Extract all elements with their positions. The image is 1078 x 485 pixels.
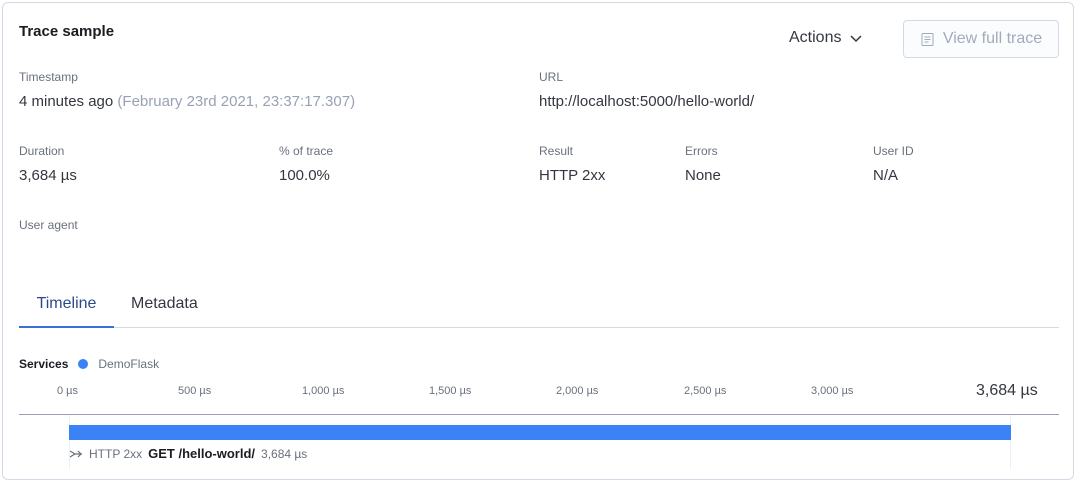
timestamp-label: Timestamp [19, 70, 78, 84]
errors-value: None [685, 167, 721, 184]
timeline-tick: 2,000 µs [556, 385, 599, 397]
chevron-down-icon [850, 35, 862, 43]
merge-arrow-icon [69, 449, 82, 458]
timeline-end-label: 3,684 µs [976, 382, 1038, 399]
tab-metadata[interactable]: Metadata [131, 285, 211, 326]
panel-title: Trace sample [19, 23, 115, 40]
span-duration: 3,684 µs [261, 446, 308, 461]
actions-dropdown[interactable]: Actions [789, 29, 863, 47]
result-label: Result [539, 144, 574, 158]
tab-timeline[interactable]: Timeline [19, 285, 114, 328]
span-name: GET /hello-world/ [148, 446, 256, 461]
timeline-tick: 0 µs [57, 385, 79, 397]
view-full-trace-button[interactable]: View full trace [903, 20, 1059, 58]
span-label[interactable]: HTTP 2xx GET /hello-world/ 3,684 µs [69, 446, 307, 461]
document-icon [921, 32, 934, 46]
trace-sample-panel: Trace sample Actions View full trace Tim… [2, 2, 1074, 480]
span-result: HTTP 2xx [89, 446, 143, 461]
timestamp-absolute: (February 23rd 2021, 23:37:17.307) [117, 93, 356, 110]
timeline-gridline [1010, 415, 1011, 469]
percent-of-trace-value: 100.0% [279, 167, 330, 184]
tab-bar: Timeline Metadata [19, 285, 1059, 328]
service-name: DemoFlask [98, 357, 160, 371]
tab-metadata-label: Metadata [131, 295, 198, 312]
timeline-tick: 1,500 µs [429, 385, 472, 397]
span-bar[interactable] [69, 425, 1011, 440]
actions-label: Actions [789, 29, 842, 46]
url-value: http://localhost:5000/hello-world/ [539, 93, 755, 110]
user-id-label: User ID [873, 144, 914, 158]
errors-label: Errors [685, 144, 718, 158]
timeline-tick: 3,000 µs [811, 385, 854, 397]
user-id-value: N/A [873, 167, 899, 184]
user-agent-label: User agent [19, 218, 78, 232]
result-value: HTTP 2xx [539, 167, 606, 184]
service-color-dot [78, 359, 89, 369]
services-legend: Services DemoFlask [19, 357, 159, 371]
timestamp-value: 4 minutes ago (February 23rd 2021, 23:37… [19, 93, 355, 110]
percent-of-trace-label: % of trace [279, 144, 334, 158]
timeline-axis [19, 414, 1059, 415]
view-full-trace-label: View full trace [942, 30, 1043, 47]
timeline-tick: 500 µs [178, 385, 212, 397]
tab-timeline-label: Timeline [36, 295, 97, 312]
timeline-tick: 1,000 µs [302, 385, 345, 397]
url-label: URL [539, 70, 564, 84]
services-label: Services [19, 357, 69, 371]
duration-value: 3,684 µs [19, 167, 77, 184]
duration-label: Duration [19, 144, 65, 158]
timeline-tick: 2,500 µs [684, 385, 727, 397]
timestamp-relative: 4 minutes ago [19, 93, 114, 110]
